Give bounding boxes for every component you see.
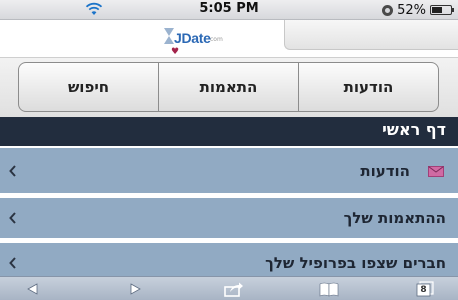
list-item-label: ההתאמות שלך bbox=[343, 209, 446, 227]
list-item-messages[interactable]: הודעות bbox=[0, 148, 458, 193]
browser-toolbar: 8 bbox=[0, 276, 458, 300]
list-item-label: הודעות bbox=[360, 162, 410, 180]
logo-text: JDate bbox=[174, 30, 211, 46]
bookmarks-icon[interactable] bbox=[318, 281, 340, 297]
home-menu-list: הודעות ההתאמות שלך חברים שצפו בפרופיל של… bbox=[0, 146, 458, 276]
forward-arrow-icon[interactable] bbox=[124, 281, 146, 297]
share-icon[interactable] bbox=[222, 281, 244, 297]
heart-icon: ♥ bbox=[171, 47, 180, 57]
battery-icon bbox=[430, 5, 454, 15]
list-item-my-matches[interactable]: ההתאמות שלך bbox=[0, 198, 458, 238]
nav-bar: חיפוש התאמות הודעות bbox=[0, 57, 458, 117]
tabs-button[interactable]: 8 bbox=[414, 281, 436, 297]
page-title: דף ראשי bbox=[382, 120, 446, 139]
orientation-lock-icon bbox=[382, 4, 394, 16]
page-title-bar: דף ראשי bbox=[0, 117, 458, 146]
nav-button-group: חיפוש התאמות הודעות bbox=[18, 62, 439, 112]
chevron-left-icon bbox=[9, 212, 16, 224]
status-right: 52% bbox=[382, 1, 454, 19]
chevron-left-icon bbox=[9, 165, 16, 177]
nav-search-button[interactable]: חיפוש bbox=[19, 63, 158, 111]
envelope-icon bbox=[428, 166, 444, 177]
header-tab bbox=[284, 20, 458, 50]
jdate-logo[interactable]: JDate com ♥ bbox=[160, 26, 230, 57]
logo-domain: com bbox=[210, 36, 223, 43]
nav-messages-button[interactable]: הודעות bbox=[298, 63, 438, 111]
list-item-label: חברים שצפו בפרופיל שלך bbox=[265, 254, 446, 272]
back-arrow-icon[interactable] bbox=[22, 281, 44, 297]
tabs-count: 8 bbox=[420, 285, 427, 295]
site-header: JDate com ♥ bbox=[0, 20, 458, 57]
chevron-left-icon bbox=[9, 257, 16, 269]
status-bar: 5:05 PM 52% bbox=[0, 0, 458, 20]
nav-matches-button[interactable]: התאמות bbox=[158, 63, 298, 111]
list-item-profile-viewers[interactable]: חברים שצפו בפרופיל שלך bbox=[0, 243, 458, 276]
battery-percent: 52% bbox=[397, 2, 426, 18]
